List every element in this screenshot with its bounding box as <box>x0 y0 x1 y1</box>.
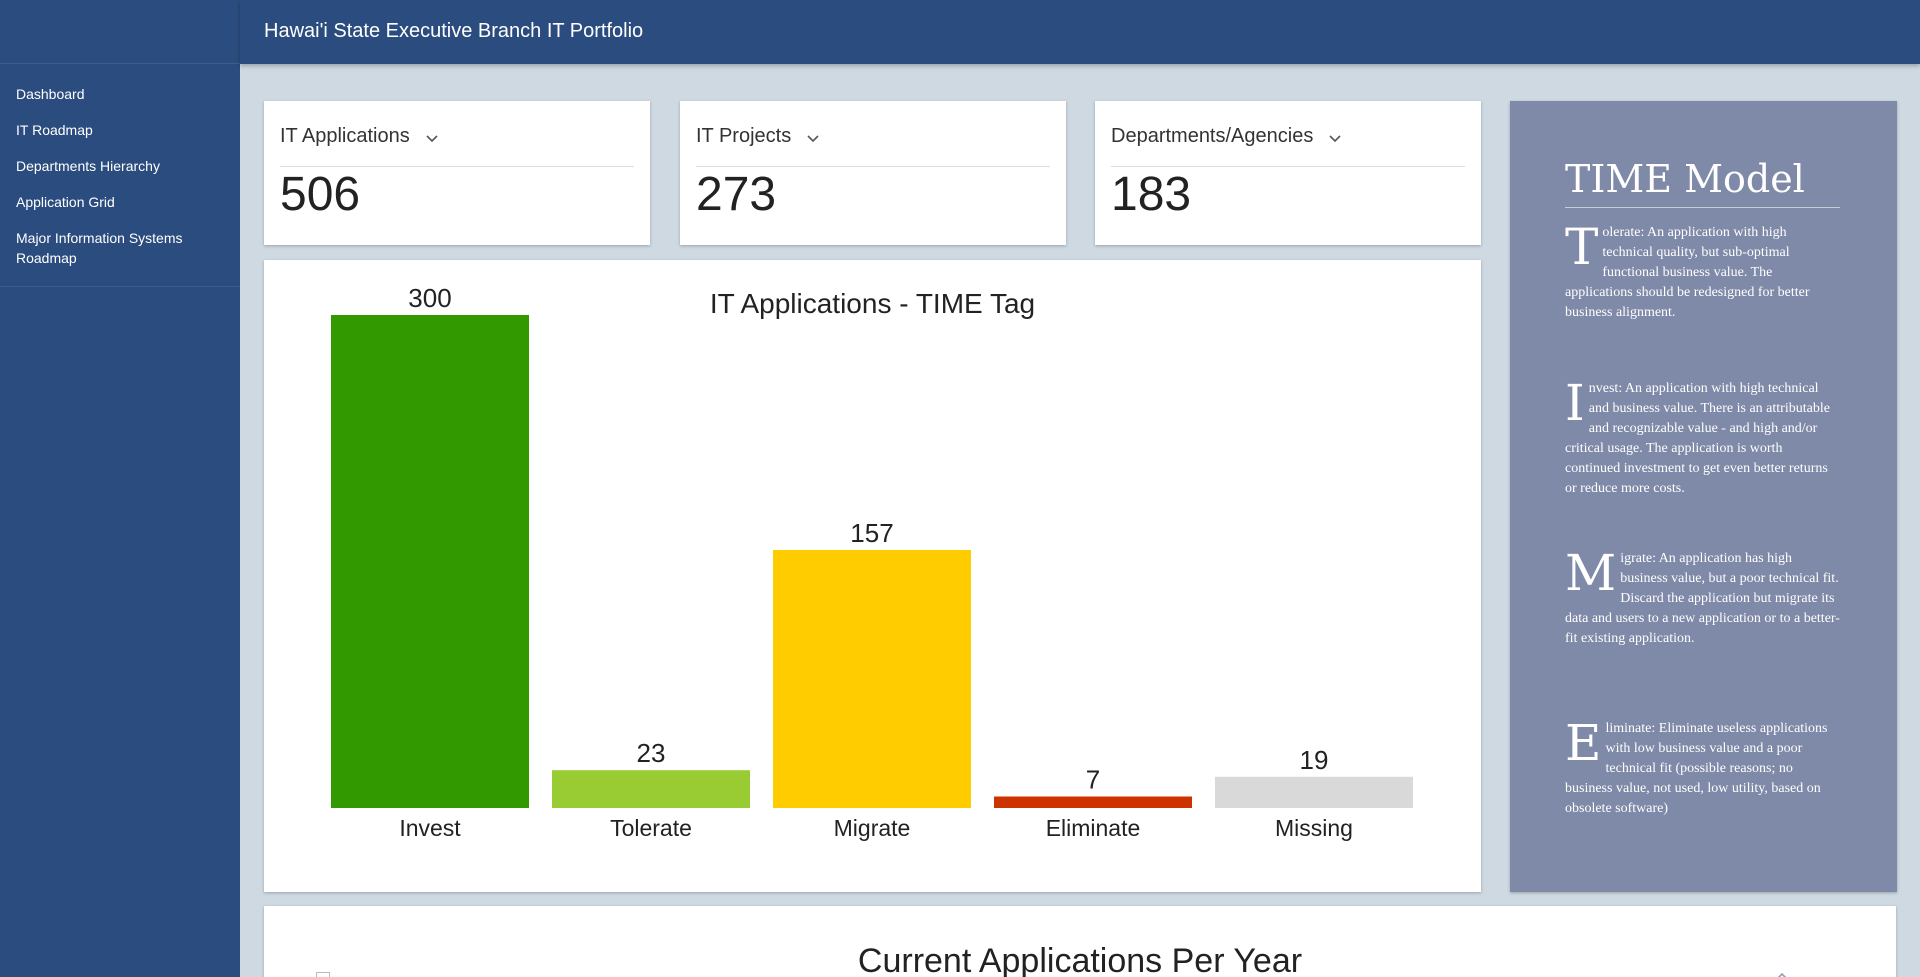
app-title: Hawai'i State Executive Branch IT Portfo… <box>264 20 644 42</box>
dropcap-letter: I <box>1565 374 1585 432</box>
time-item-migrate: M igrate: An application has high busine… <box>1565 544 1840 649</box>
chevron-down-icon <box>426 135 438 143</box>
chevron-down-icon <box>1329 135 1341 143</box>
data-label-missing: 19 <box>1300 745 1329 775</box>
stat-value: 506 <box>280 168 361 221</box>
stat-label: IT Projects <box>696 125 792 147</box>
stat-value: 183 <box>1111 168 1192 221</box>
sidebar-item-departments-hierarchy[interactable]: Departments Hierarchy <box>0 148 240 184</box>
bar-eliminate[interactable] <box>994 796 1192 808</box>
sidebar-item-application-grid[interactable]: Application Grid <box>0 184 240 220</box>
time-model-panel: TIME Model T olerate: An application wit… <box>1510 101 1897 892</box>
dropcap-letter: T <box>1565 218 1599 276</box>
stat-dropdown-it-applications[interactable]: IT Applications <box>280 125 634 167</box>
sidebar-header <box>0 0 240 64</box>
sidebar-item-it-roadmap[interactable]: IT Roadmap <box>0 112 240 148</box>
stat-card-departments-agencies: Departments/Agencies 183 <box>1095 101 1481 245</box>
sidebar-nav: Dashboard IT Roadmap Departments Hierarc… <box>0 64 240 287</box>
bar-invest[interactable] <box>331 315 529 808</box>
dropcap-letter: M <box>1565 544 1617 602</box>
stat-card-it-applications: IT Applications 506 <box>264 101 650 245</box>
time-tag-bar-chart: 300Invest23Tolerate157Migrate7Eliminate1… <box>331 283 1413 841</box>
data-label-eliminate: 7 <box>1086 764 1100 794</box>
category-label-migrate: Migrate <box>834 815 911 841</box>
stat-card-it-projects: IT Projects 273 <box>680 101 1066 245</box>
stat-label: IT Applications <box>280 125 410 147</box>
category-label-eliminate: Eliminate <box>1046 815 1141 841</box>
category-label-invest: Invest <box>399 815 461 841</box>
applications-per-year-title: Current Applications Per Year <box>857 942 1303 977</box>
applications-per-year-card: Current Applications Per Year <box>264 906 1896 977</box>
time-item-text: liminate: Eliminate useless applications… <box>1565 721 1828 816</box>
data-label-migrate: 157 <box>850 518 893 548</box>
time-tag-chart-card: 300 Invest 23 Tolerate 157 Migrate 7 Eliminate 1… <box>264 260 1481 892</box>
category-label-tolerate: Tolerate <box>610 815 692 841</box>
time-item-invest: I nvest: An application with high techni… <box>1565 374 1840 499</box>
sidebar-item-dashboard[interactable]: Dashboard <box>0 76 240 112</box>
time-item-tolerate: T olerate: An application with high tech… <box>1565 218 1840 323</box>
bar-tolerate[interactable] <box>552 770 750 808</box>
time-model-title: TIME Model <box>1565 157 1840 208</box>
app-header: Hawai'i State Executive Branch IT Portfo… <box>240 0 1920 64</box>
data-label-tolerate: 23 <box>637 738 666 768</box>
bar-migrate[interactable] <box>773 549 971 808</box>
time-item-text: nvest: An application with high technica… <box>1565 381 1830 496</box>
sidebar-item-major-information-systems-roadmap[interactable]: Major Information Systems Roadmap <box>0 220 240 276</box>
sidebar: Dashboard IT Roadmap Departments Hierarc… <box>0 0 240 977</box>
stat-value: 273 <box>696 168 777 221</box>
chevron-up-icon[interactable] <box>1774 968 1790 977</box>
chart-title: IT Applications - TIME Tag <box>709 288 1036 319</box>
stat-dropdown-it-projects[interactable]: IT Projects <box>696 125 1050 167</box>
time-item-text: olerate: An application with high techni… <box>1565 225 1810 320</box>
stat-dropdown-departments-agencies[interactable]: Departments/Agencies <box>1111 125 1465 167</box>
bar-missing[interactable] <box>1215 776 1413 808</box>
stat-label: Departments/Agencies <box>1111 125 1314 147</box>
dropcap-letter: E <box>1565 714 1602 772</box>
time-item-eliminate: E liminate: Eliminate useless applicatio… <box>1565 714 1840 819</box>
category-label-missing: Missing <box>1275 815 1353 841</box>
chevron-down-icon <box>807 135 819 143</box>
